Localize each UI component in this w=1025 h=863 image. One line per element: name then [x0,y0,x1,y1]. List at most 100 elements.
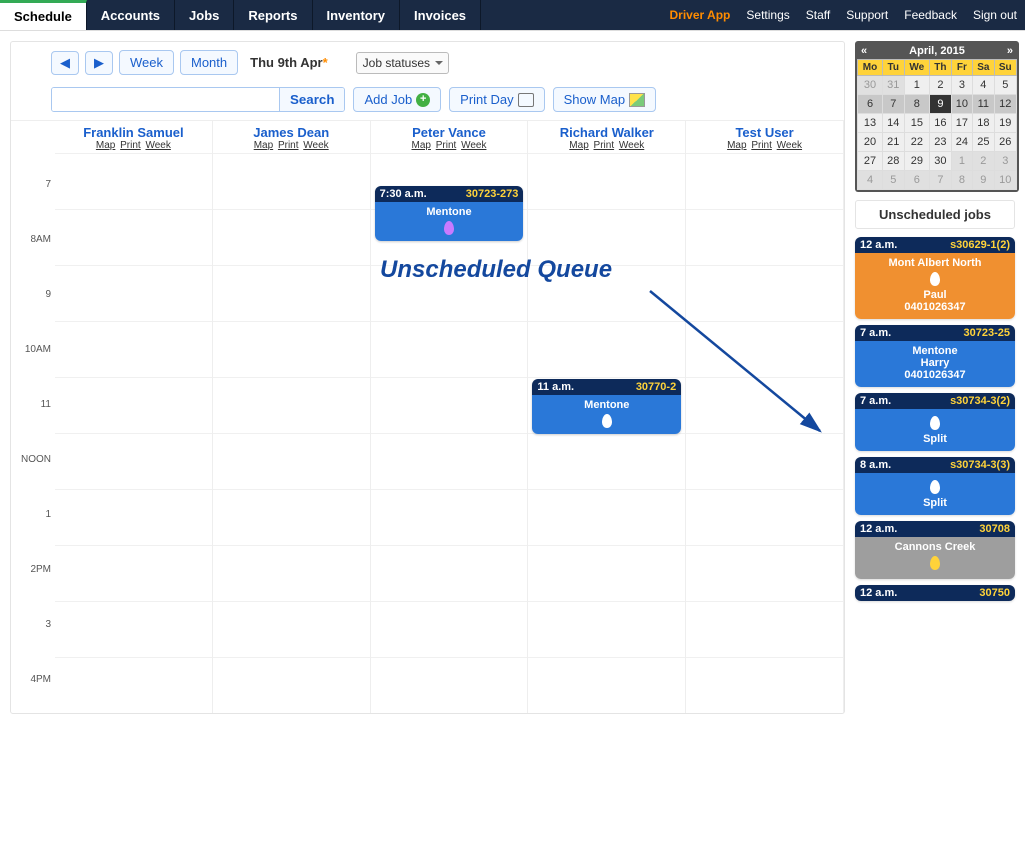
cal-day[interactable]: 22 [904,133,930,152]
user-name[interactable]: Franklin Samuel [57,125,210,140]
cal-day[interactable]: 10 [994,171,1016,190]
user-name[interactable]: James Dean [215,125,368,140]
nav-tab-schedule[interactable]: Schedule [0,0,87,30]
time-slot[interactable] [686,377,843,433]
time-slot[interactable] [213,657,370,713]
user-name[interactable]: Test User [688,125,841,140]
time-slot[interactable] [213,321,370,377]
time-slot[interactable] [371,601,528,657]
cal-prev[interactable]: « [861,45,867,57]
time-slot[interactable] [528,545,685,601]
cal-day[interactable]: 30 [858,76,883,95]
time-slot[interactable] [213,377,370,433]
unscheduled-job[interactable]: 7 a.m.s30734-3(2)Split [855,393,1015,451]
cal-day[interactable]: 20 [858,133,883,152]
prev-button[interactable]: ◀ [51,51,79,75]
user-week-link[interactable]: Week [619,140,644,151]
time-slot[interactable] [213,489,370,545]
cal-day[interactable]: 14 [883,114,904,133]
time-slot[interactable] [55,657,212,713]
unscheduled-job[interactable]: 12 a.m.s30629-1(2)Mont Albert NorthPaul0… [855,237,1015,319]
user-week-link[interactable]: Week [303,140,328,151]
time-slot[interactable] [55,601,212,657]
user-map-link[interactable]: Map [412,140,431,151]
search-button[interactable]: Search [279,88,344,111]
cal-day[interactable]: 1 [904,76,930,95]
unscheduled-job[interactable]: 8 a.m.s30734-3(3)Split [855,457,1015,515]
time-slot[interactable] [213,545,370,601]
user-map-link[interactable]: Map [727,140,746,151]
nav-link-settings[interactable]: Settings [738,0,797,30]
time-slot[interactable] [528,601,685,657]
nav-tab-accounts[interactable]: Accounts [87,0,175,30]
scheduled-job[interactable]: 11 a.m.30770-2Mentone [532,379,681,434]
time-slot[interactable] [686,209,843,265]
cal-day[interactable]: 7 [883,95,904,114]
search-input[interactable] [52,88,279,111]
nav-tab-invoices[interactable]: Invoices [400,0,481,30]
unscheduled-job[interactable]: 12 a.m.30708Cannons Creek [855,521,1015,579]
unscheduled-job[interactable]: 12 a.m.30750 [855,585,1015,601]
cal-day[interactable]: 13 [858,114,883,133]
week-button[interactable]: Week [119,50,174,75]
user-week-link[interactable]: Week [461,140,486,151]
time-slot[interactable] [528,489,685,545]
time-slot[interactable] [371,433,528,489]
cal-day[interactable]: 12 [994,95,1016,114]
time-slot[interactable] [371,265,528,321]
time-slot[interactable] [686,321,843,377]
time-slot[interactable] [686,601,843,657]
cal-day[interactable]: 30 [930,152,951,171]
time-slot[interactable] [528,153,685,209]
nav-link-feedback[interactable]: Feedback [896,0,965,30]
cal-day[interactable]: 5 [883,171,904,190]
scheduled-job[interactable]: 7:30 a.m.30723-273Mentone [375,186,524,241]
time-slot[interactable] [686,545,843,601]
time-slot[interactable] [371,377,528,433]
cal-next[interactable]: » [1007,45,1013,57]
user-map-link[interactable]: Map [254,140,273,151]
nav-link-staff[interactable]: Staff [798,0,838,30]
cal-day[interactable]: 16 [930,114,951,133]
time-slot[interactable] [55,433,212,489]
cal-day[interactable]: 4 [973,76,994,95]
cal-day[interactable]: 17 [951,114,972,133]
cal-day[interactable]: 15 [904,114,930,133]
user-name[interactable]: Richard Walker [530,125,683,140]
time-slot[interactable] [528,321,685,377]
time-slot[interactable] [528,657,685,713]
nav-link-sign-out[interactable]: Sign out [965,0,1025,30]
cal-day[interactable]: 18 [973,114,994,133]
time-slot[interactable] [371,545,528,601]
cal-day[interactable]: 27 [858,152,883,171]
time-slot[interactable] [213,433,370,489]
time-slot[interactable] [371,489,528,545]
nav-tab-inventory[interactable]: Inventory [313,0,401,30]
user-week-link[interactable]: Week [145,140,170,151]
time-slot[interactable] [686,433,843,489]
next-button[interactable]: ▶ [85,51,113,75]
cal-day[interactable]: 29 [904,152,930,171]
cal-day[interactable]: 4 [858,171,883,190]
cal-day[interactable]: 31 [883,76,904,95]
cal-day[interactable]: 23 [930,133,951,152]
user-week-link[interactable]: Week [777,140,802,151]
user-map-link[interactable]: Map [96,140,115,151]
time-slot[interactable] [55,545,212,601]
time-slot[interactable] [55,489,212,545]
time-slot[interactable] [528,265,685,321]
cal-day[interactable]: 10 [951,95,972,114]
cal-day[interactable]: 6 [858,95,883,114]
cal-day[interactable]: 21 [883,133,904,152]
cal-day[interactable]: 26 [994,133,1016,152]
time-slot[interactable] [55,153,212,209]
time-slot[interactable] [371,321,528,377]
time-slot[interactable] [55,321,212,377]
cal-day[interactable]: 28 [883,152,904,171]
cal-day[interactable]: 24 [951,133,972,152]
time-slot[interactable] [686,265,843,321]
time-slot[interactable] [686,657,843,713]
time-slot[interactable] [55,209,212,265]
user-print-link[interactable]: Print [120,140,141,151]
time-slot[interactable] [213,209,370,265]
